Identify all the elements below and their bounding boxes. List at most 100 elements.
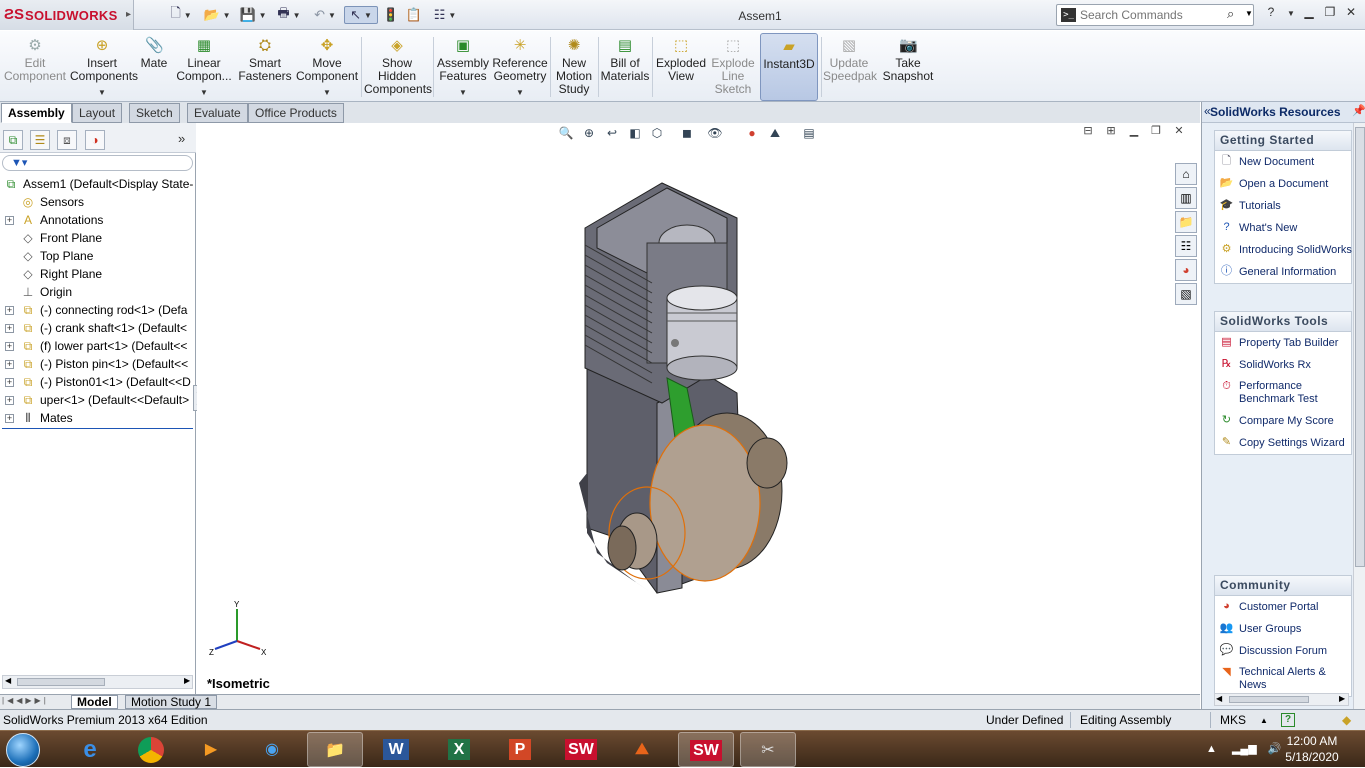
configuration-manager-tab[interactable]: ⧈ [57, 130, 77, 150]
signal-icon[interactable]: ▂▄▆ [1232, 743, 1257, 755]
search-icon[interactable]: ⌕ [1227, 6, 1234, 22]
property-manager-tab[interactable]: ☰ [30, 130, 50, 150]
resource-link[interactable]: ↻ Compare My Score [1215, 410, 1351, 432]
search-dropdown-icon[interactable]: ▼ [1245, 9, 1253, 18]
resource-link[interactable]: ◕ Customer Portal [1215, 596, 1351, 618]
section-header[interactable]: SolidWorks Tools [1215, 312, 1351, 332]
view-orientation-icon[interactable]: ⬡ [648, 126, 666, 142]
tab-office-products[interactable]: Office Products [248, 103, 344, 123]
linear-pattern-dropdown-icon[interactable]: ▼ [172, 86, 236, 99]
search-app-icon[interactable]: ◉ [244, 732, 300, 767]
expand-toggle-icon[interactable]: + [5, 342, 14, 351]
tile-horizontal-icon[interactable]: ⊟ [1080, 124, 1096, 140]
tree-node[interactable]: ◇ Front Plane [0, 229, 196, 247]
tree-filter-input[interactable]: ▼▾ [2, 155, 193, 171]
resources-horizontal-scrollbar[interactable]: ◀ ▶ [1214, 693, 1349, 706]
tree-node[interactable]: ⧉ Assem1 (Default<Display State- [0, 175, 196, 193]
tree-node[interactable]: + ⧉ (-) Piston pin<1> (Default<< [0, 355, 196, 373]
solidworks-icon[interactable]: SW [553, 732, 609, 767]
units-dropdown-icon[interactable]: ▲ [1260, 716, 1268, 725]
resource-link[interactable]: ⏱ Performance Benchmark Test [1215, 376, 1351, 410]
bill-of-materials-button[interactable]: ▤ Bill of Materials [600, 33, 650, 101]
section-header[interactable]: Getting Started [1215, 131, 1351, 151]
system-clock[interactable]: 12:00 AM 5/18/2020 [1282, 733, 1342, 765]
reference-geometry-dropdown-icon[interactable]: ▼ [492, 86, 548, 99]
resource-link[interactable]: ? What's New [1215, 217, 1351, 239]
restore-doc-icon[interactable]: ❐ [1148, 124, 1164, 140]
edit-appearance-icon[interactable]: ● [743, 126, 761, 142]
tab-scroll-arrows-icon[interactable]: |◀◀▶▶| [2, 696, 49, 705]
scroll-thumb[interactable] [17, 678, 105, 686]
tab-model[interactable]: Model [71, 695, 118, 709]
resource-link[interactable]: ⓘ General Information [1215, 261, 1351, 283]
assembly-features-dropdown-icon[interactable]: ▼ [436, 86, 490, 99]
tree-node[interactable]: ⊥ Origin [0, 283, 196, 301]
options-button[interactable]: ☷ ▼ [428, 6, 462, 24]
close-window-button[interactable]: ✕ [1342, 5, 1360, 23]
save-button[interactable]: 💾 ▼ [236, 6, 270, 24]
chrome-icon[interactable] [123, 732, 179, 767]
media-player-icon[interactable]: ▶ [183, 732, 239, 767]
resource-link[interactable]: ℞ SolidWorks Rx [1215, 354, 1351, 376]
help-dropdown-icon[interactable]: ▼ [1282, 9, 1300, 27]
move-component-dropdown-icon[interactable]: ▼ [296, 86, 358, 99]
file-explorer-icon[interactable]: 📁 [307, 732, 363, 767]
new-motion-study-button[interactable]: ✺ New Motion Study [553, 33, 595, 101]
appearances-tab[interactable]: ◕ [1175, 259, 1197, 281]
tree-node[interactable]: + ⧉ (-) Piston01<1> (Default<<D [0, 373, 196, 391]
internet-explorer-icon[interactable]: e [62, 732, 118, 767]
tab-layout[interactable]: Layout [72, 103, 123, 123]
solidworks-active-icon[interactable]: SW [678, 732, 734, 767]
expand-toggle-icon[interactable]: + [5, 324, 14, 333]
minimize-doc-icon[interactable]: ▁ [1126, 124, 1142, 140]
expand-toggle-icon[interactable]: + [5, 306, 14, 315]
resource-link[interactable]: 👥 User Groups [1215, 618, 1351, 640]
rebuild-button[interactable]: 🚦 [382, 6, 400, 24]
tab-evaluate[interactable]: Evaluate [187, 103, 248, 123]
expand-toggle-icon[interactable]: + [5, 396, 14, 405]
scroll-left-icon[interactable]: ◀ [5, 676, 11, 685]
resource-link[interactable]: 🗋 New Document [1215, 151, 1351, 173]
zoom-to-area-icon[interactable]: ⊕ [580, 126, 598, 142]
engine-assembly-model[interactable] [567, 173, 797, 598]
tree-node[interactable]: + ⦀ Mates [0, 409, 196, 427]
resource-link[interactable]: ⚙ Introducing SolidWorks [1215, 239, 1352, 261]
resource-link[interactable]: ✎ Copy Settings Wizard [1215, 432, 1351, 454]
unit-system-selector[interactable]: MKS [1220, 713, 1246, 727]
close-doc-icon[interactable]: ✕ [1171, 124, 1187, 140]
rp-hscroll-thumb[interactable] [1229, 696, 1309, 703]
file-properties-button[interactable]: 📋 [404, 6, 424, 24]
new-document-button[interactable]: 🗋 ▼ [164, 5, 198, 24]
expand-panel-icon[interactable]: » [178, 131, 185, 146]
scroll-right-icon[interactable]: ▶ [184, 676, 190, 685]
rollback-bar[interactable] [2, 428, 193, 429]
powerpoint-icon[interactable]: P [492, 732, 548, 767]
resources-tab[interactable]: ⌂ [1175, 163, 1197, 185]
design-library-tab[interactable]: ▥ [1175, 187, 1197, 209]
tile-vertical-icon[interactable]: ⊞ [1103, 124, 1119, 140]
show-hidden-icons-icon[interactable]: ▲ [1206, 743, 1217, 755]
word-icon[interactable]: W [368, 732, 424, 767]
tree-node[interactable]: + ⧉ (f) lower part<1> (Default<< [0, 337, 196, 355]
resource-link[interactable]: ▤ Property Tab Builder [1215, 332, 1351, 354]
resources-scroll-thumb[interactable] [1355, 127, 1365, 567]
search-commands-input[interactable] [1080, 7, 1225, 23]
windows-start-button[interactable] [6, 733, 40, 767]
linear-component-pattern-button[interactable]: ▦ Linear Compon... ▼ [172, 33, 236, 101]
minimize-window-button[interactable]: ▁ [1300, 5, 1318, 23]
take-snapshot-button[interactable]: 📷 Take Snapshot [880, 33, 936, 101]
mate-button[interactable]: 📎 Mate [138, 33, 170, 101]
tree-node[interactable]: + ⧉ (-) crank shaft<1> (Default< [0, 319, 196, 337]
graphics-area[interactable]: 🔍 ⊕ ↩ ◧ ⬡ ◼ 👁 ● ⛰ ▤ ⊟ ⊞ ▁ ❐ ✕ ⌂ ▥ 📁 ☷ ◕ … [197, 123, 1199, 694]
show-hidden-components-button[interactable]: ◈ Show Hidden Components [364, 33, 432, 101]
resource-link[interactable]: 🎓 Tutorials [1215, 195, 1351, 217]
rp-scroll-right-icon[interactable]: ▶ [1339, 694, 1345, 703]
custom-properties-tab[interactable]: ▧ [1175, 283, 1197, 305]
display-manager-tab[interactable]: ◑ [85, 130, 105, 150]
expand-toggle-icon[interactable]: + [5, 216, 14, 225]
smart-fasteners-button[interactable]: ⛭ Smart Fasteners [238, 33, 292, 101]
piston[interactable] [666, 285, 738, 381]
resource-link[interactable]: 💬 Discussion Forum [1215, 640, 1351, 662]
rp-scroll-left-icon[interactable]: ◀ [1216, 694, 1222, 703]
tree-node[interactable]: ◎ Sensors [0, 193, 196, 211]
